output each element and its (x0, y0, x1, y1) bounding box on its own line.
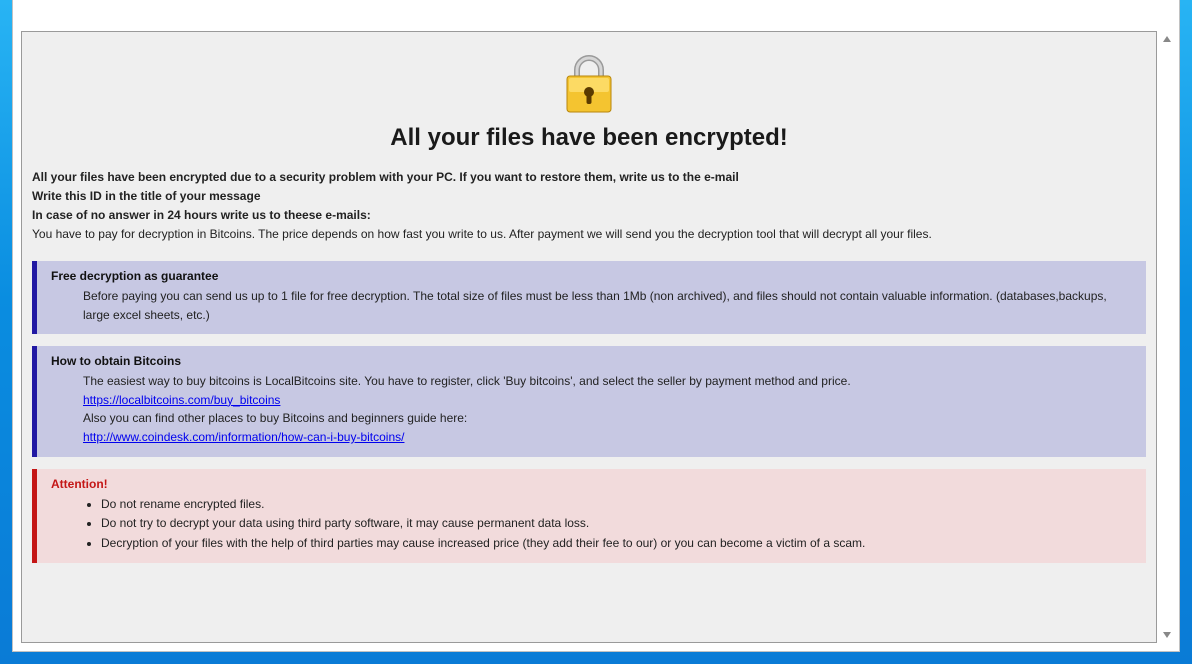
guarantee-title: Free decryption as guarantee (51, 269, 1136, 283)
obtain-line-1: The easiest way to buy bitcoins is Local… (83, 372, 1136, 391)
attention-item: Do not try to decrypt your data using th… (101, 514, 1136, 533)
scroll-up-icon[interactable] (1159, 31, 1175, 47)
page-title: All your files have been encrypted! (32, 124, 1146, 152)
content-frame: All your files have been encrypted! All … (21, 31, 1157, 643)
attention-title: Attention! (51, 477, 1136, 491)
obtain-link-1[interactable]: https://localbitcoins.com/buy_bitcoins (83, 393, 280, 407)
obtain-line-2: Also you can find other places to buy Bi… (83, 409, 1136, 428)
lock-icon (553, 48, 625, 120)
obtain-body: The easiest way to buy bitcoins is Local… (83, 372, 1136, 446)
attention-item: Decryption of your files with the help o… (101, 534, 1136, 553)
desktop-background: All your files have been encrypted! All … (0, 0, 1192, 664)
ransom-note-window: All your files have been encrypted! All … (12, 0, 1180, 652)
obtain-title: How to obtain Bitcoins (51, 354, 1136, 368)
guarantee-body: Before paying you can send us up to 1 fi… (83, 287, 1136, 324)
section-obtain-bitcoins: How to obtain Bitcoins The easiest way t… (32, 346, 1146, 456)
intro-block: All your files have been encrypted due t… (32, 168, 1146, 243)
attention-item: Do not rename encrypted files. (101, 495, 1136, 514)
intro-line-2: Write this ID in the title of your messa… (32, 187, 1146, 205)
intro-line-1: All your files have been encrypted due t… (32, 168, 1146, 186)
section-attention: Attention! Do not rename encrypted files… (32, 469, 1146, 564)
scroll-down-icon[interactable] (1159, 627, 1175, 643)
section-guarantee: Free decryption as guarantee Before payi… (32, 261, 1146, 334)
intro-line-3: In case of no answer in 24 hours write u… (32, 206, 1146, 224)
intro-line-4: You have to pay for decryption in Bitcoi… (32, 225, 1146, 243)
obtain-link-2[interactable]: http://www.coindesk.com/information/how-… (83, 430, 404, 444)
header: All your files have been encrypted! (32, 42, 1146, 152)
attention-list: Do not rename encrypted files. Do not tr… (83, 495, 1136, 553)
